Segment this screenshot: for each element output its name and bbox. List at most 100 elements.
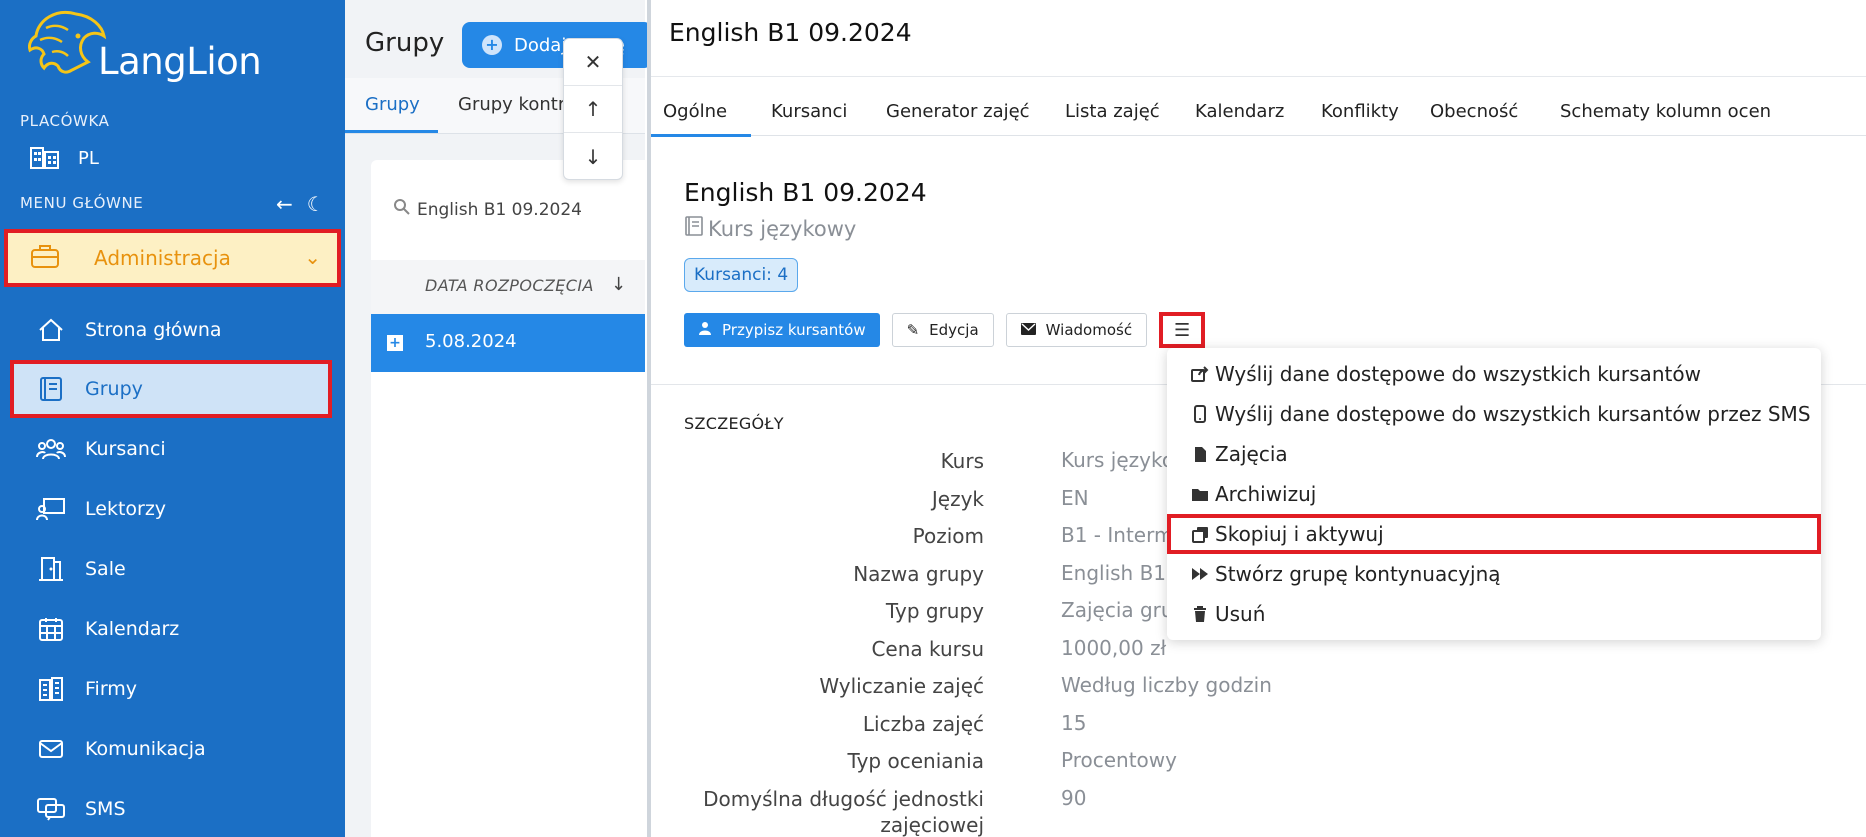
sidebar: LangLion PLACÓWKA PL MENU GŁÓWNE ← ☾ Adm… xyxy=(0,0,345,837)
action-bar: Przypisz kursantów ✎ Edycja Wiadomość ☰ xyxy=(684,312,1206,348)
expand-plus-icon[interactable]: + xyxy=(387,335,403,351)
sidebar-item-label: Lektorzy xyxy=(85,498,167,520)
trash-icon xyxy=(1191,605,1209,623)
folder-icon xyxy=(1191,487,1209,502)
menu-item-send-access-data-sms[interactable]: Wyślij dane dostępowe do wszystkich kurs… xyxy=(1167,394,1821,434)
more-actions-dropdown: Wyślij dane dostępowe do wszystkich kurs… xyxy=(1167,348,1821,640)
mail-icon xyxy=(36,738,66,760)
detail-row: Typ oceniania Procentowy xyxy=(651,744,1866,782)
tab-konflikty[interactable]: Konflikty xyxy=(1321,101,1399,122)
tab-obecnosc[interactable]: Obecność xyxy=(1430,101,1518,122)
collapse-arrow-icon[interactable]: ← xyxy=(276,192,293,216)
detail-row: Domyślna długość jednostki zajęciowej 90 xyxy=(651,782,1866,837)
detail-key: Kurs xyxy=(940,449,984,473)
detail-value: 1000,00 zł xyxy=(1061,636,1167,660)
menu-item-label: Archiwizuj xyxy=(1215,482,1317,506)
menu-item-usun[interactable]: Usuń xyxy=(1167,594,1821,634)
start-date-cell: 5.08.2024 xyxy=(425,331,517,352)
edit-button[interactable]: ✎ Edycja xyxy=(891,313,994,347)
sidebar-item-komunikacja[interactable]: Komunikacja xyxy=(0,724,345,774)
langlion-logo[interactable]: LangLion xyxy=(26,6,266,86)
sidebar-item-sms[interactable]: SMS xyxy=(0,784,345,834)
copy-icon xyxy=(1191,526,1209,543)
sort-arrow-down-icon[interactable]: ↓ xyxy=(611,274,626,295)
building-icon xyxy=(36,676,66,702)
share-icon xyxy=(1191,366,1209,382)
chevron-down-icon: ⌄ xyxy=(304,245,321,269)
detail-key: Typ oceniania xyxy=(847,749,984,773)
sidebar-item-firmy[interactable]: Firmy xyxy=(0,664,345,714)
sidebar-item-strona-glowna[interactable]: Strona główna xyxy=(0,305,345,355)
add-group-button[interactable]: + Dodaj grupę xyxy=(462,22,652,68)
hamburger-menu-icon: ☰ xyxy=(1174,319,1191,341)
file-icon xyxy=(1191,446,1209,463)
sidebar-item-grupy[interactable]: Grupy xyxy=(10,360,332,418)
detail-value: Zajęcia gru xyxy=(1061,598,1174,622)
menu-item-archiwizuj[interactable]: Archiwizuj xyxy=(1167,474,1821,514)
calendar-icon xyxy=(36,616,66,642)
tab-kursanci[interactable]: Kursanci xyxy=(771,101,847,122)
arrow-up-icon[interactable]: ↑ xyxy=(564,86,622,133)
sidebar-item-label: Sale xyxy=(85,558,126,580)
menu-item-label: Wyślij dane dostępowe do wszystkich kurs… xyxy=(1215,362,1701,386)
close-icon[interactable]: ✕ xyxy=(564,39,622,86)
course-type-label: Kurs językowy xyxy=(708,216,857,241)
teacher-icon xyxy=(36,497,66,521)
menu-item-create-continuation-group[interactable]: Stwórz grupę kontynuacyjną xyxy=(1167,554,1821,594)
detail-key: Typ grupy xyxy=(885,599,984,623)
tab-generator-zajec[interactable]: Generator zajęć xyxy=(886,101,1030,122)
briefcase-icon xyxy=(30,243,66,274)
arrow-down-icon[interactable]: ↓ xyxy=(564,133,622,180)
tab-lista-zajec[interactable]: Lista zajęć xyxy=(1065,101,1160,122)
more-actions-menu-button[interactable]: ☰ xyxy=(1159,312,1206,348)
sidebar-item-kalendarz[interactable]: Kalendarz xyxy=(0,604,345,654)
menu-item-label: Wyślij dane dostępowe do wszystkich kurs… xyxy=(1215,402,1811,426)
edit-label: Edycja xyxy=(929,321,979,339)
sidebar-item-label: Komunikacja xyxy=(85,738,206,760)
search-field[interactable]: English B1 09.2024 xyxy=(393,198,582,221)
door-icon xyxy=(36,556,66,582)
detail-row: Liczba zajęć 15 xyxy=(651,707,1866,745)
menu-item-label: Usuń xyxy=(1215,602,1266,626)
envelope-icon xyxy=(1020,321,1036,339)
menu-item-skopiuj-i-aktywuj[interactable]: Skopiuj i aktywuj xyxy=(1167,514,1821,554)
tab-grupy[interactable]: Grupy xyxy=(365,94,420,115)
sidebar-item-sale[interactable]: Sale xyxy=(0,544,345,594)
sidebar-item-label: Kalendarz xyxy=(85,618,180,640)
tab-kalendarz[interactable]: Kalendarz xyxy=(1195,101,1284,122)
tab-schematy-kolumn-ocen[interactable]: Schematy kolumn ocen xyxy=(1560,101,1771,122)
detail-key: Poziom xyxy=(912,524,984,548)
sidebar-item-administracja[interactable]: Administracja ⌄ xyxy=(4,229,341,287)
sidebar-item-label: Strona główna xyxy=(85,319,222,341)
menu-item-send-access-data[interactable]: Wyślij dane dostępowe do wszystkich kurs… xyxy=(1167,354,1821,394)
brand-name: LangLion xyxy=(98,40,262,83)
sidebar-item-lektorzy[interactable]: Lektorzy xyxy=(0,484,345,534)
building-icon xyxy=(30,147,59,169)
detail-value: Według liczby godzin xyxy=(1061,673,1272,697)
assign-students-button[interactable]: Przypisz kursantów xyxy=(684,313,880,347)
search-icon xyxy=(393,198,411,221)
plus-icon: + xyxy=(482,35,502,55)
detail-row: Wyliczanie zajęć Według liczby godzin xyxy=(651,669,1866,707)
dark-mode-moon-icon[interactable]: ☾ xyxy=(307,192,325,216)
menu-item-label: Skopiuj i aktywuj xyxy=(1215,522,1384,546)
tab-grupy-kontr[interactable]: Grupy kontr xyxy=(458,94,565,115)
search-value: English B1 09.2024 xyxy=(417,199,582,220)
main-menu-label: MENU GŁÓWNE xyxy=(20,194,144,212)
course-type: Kurs językowy xyxy=(684,215,856,242)
users-icon xyxy=(36,437,66,461)
column-header-start-date[interactable]: DATA ROZPOCZĘCIA ↓ xyxy=(371,260,645,316)
detail-key: Wyliczanie zajęć xyxy=(819,674,984,698)
location-selector[interactable]: PL xyxy=(30,146,99,170)
phone-icon xyxy=(1191,405,1209,423)
menu-item-zajecia[interactable]: Zajęcia xyxy=(1167,434,1821,474)
sms-icon xyxy=(36,797,66,821)
table-row[interactable]: + 5.08.2024 xyxy=(371,314,645,372)
detail-key: Domyślna długość jednostki zajęciowej xyxy=(703,787,984,837)
menu-item-label: Stwórz grupę kontynuacyjną xyxy=(1215,562,1501,586)
sidebar-item-label: Firmy xyxy=(85,678,138,700)
details-section-title: SZCZEGÓŁY xyxy=(684,414,784,433)
tab-ogolne[interactable]: Ogólne xyxy=(663,101,727,122)
message-button[interactable]: Wiadomość xyxy=(1005,313,1148,347)
sidebar-item-kursanci[interactable]: Kursanci xyxy=(0,424,345,474)
